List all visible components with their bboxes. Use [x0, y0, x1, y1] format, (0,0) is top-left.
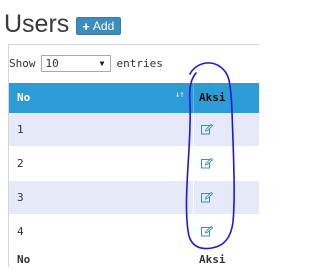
users-table: No ↓↑ Aksi 1 2 3 4 No Aksi [9, 83, 259, 271]
cell-divider [193, 181, 194, 214]
cell-divider [193, 215, 194, 248]
users-table-box: Show 10 ▼ entries No ↓↑ Aksi 1 2 3 4 No … [8, 44, 259, 271]
row-number: 3 [17, 191, 24, 204]
cell-divider [193, 113, 194, 146]
table-footer: No Aksi [9, 249, 259, 271]
plus-icon: + [82, 18, 90, 34]
edit-icon[interactable] [201, 124, 213, 135]
row-number: 1 [17, 123, 24, 136]
row-number: 4 [17, 225, 24, 238]
table-row: 1 [9, 113, 259, 147]
page-header: Users + Add [4, 6, 122, 42]
entries-select[interactable]: 10 ▼ [40, 54, 111, 72]
edit-icon[interactable] [201, 192, 213, 203]
chevron-down-icon: ▼ [99, 58, 105, 68]
footer-no: No [17, 253, 31, 266]
edit-icon[interactable] [201, 226, 213, 237]
table-row: 4 [9, 215, 259, 249]
header-divider [193, 83, 194, 113]
cell-divider [193, 147, 194, 180]
row-number: 2 [17, 157, 24, 170]
column-header-aksi[interactable]: Aksi [199, 83, 226, 113]
entries-select-value: 10 [45, 56, 59, 70]
footer-aksi: Aksi [199, 253, 226, 266]
column-header-no[interactable]: No [17, 83, 30, 113]
show-label: Show [9, 56, 36, 70]
table-row: 3 [9, 181, 259, 215]
sort-icon[interactable]: ↓↑ [175, 90, 185, 100]
add-button-label: Add [92, 19, 115, 33]
table-header: No ↓↑ Aksi [9, 83, 259, 113]
add-button[interactable]: + Add [76, 17, 122, 35]
page-title: Users [4, 9, 70, 38]
entries-label: entries [116, 56, 163, 70]
entries-length-control: Show 10 ▼ entries [9, 53, 163, 73]
table-row: 2 [9, 147, 259, 181]
edit-icon[interactable] [201, 158, 213, 169]
